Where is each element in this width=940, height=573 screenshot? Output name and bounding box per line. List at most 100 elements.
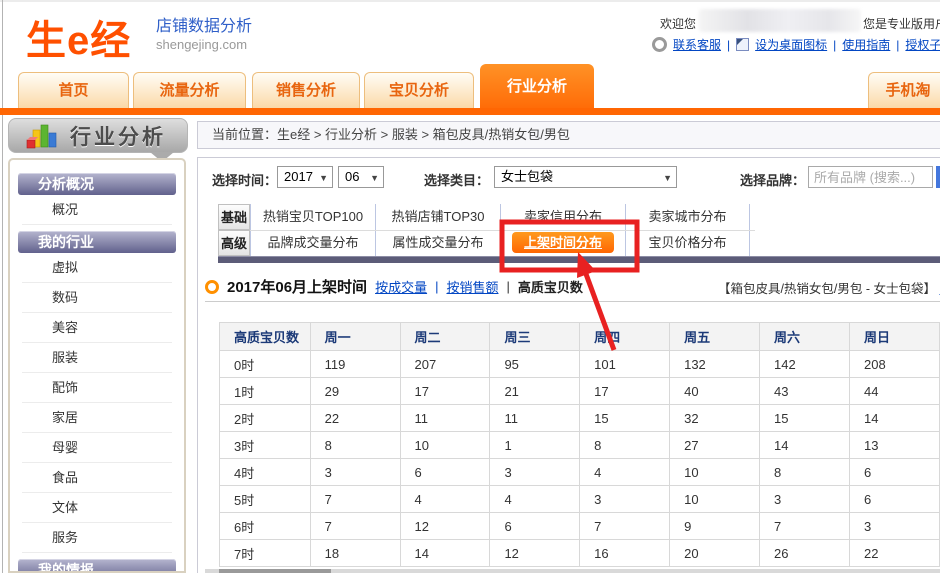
brand-search-input[interactable]	[808, 166, 933, 188]
sidebar-title: 行业分析	[70, 121, 166, 151]
table-cell: 8	[310, 432, 400, 459]
table-row: 5时74431036	[220, 486, 940, 513]
current-view-label: 高质宝贝数	[518, 277, 583, 296]
sidebar-item[interactable]: 概况	[22, 195, 172, 225]
table-cell: 15	[760, 405, 850, 432]
nav-tab[interactable]: 流量分析	[133, 72, 246, 108]
sidebar-item[interactable]: 家居	[22, 403, 172, 433]
logo[interactable]: 生e经	[26, 8, 131, 66]
bullet-icon	[205, 280, 219, 294]
table-cell: 14	[850, 405, 940, 432]
link-separator: |	[896, 38, 899, 52]
nav-tab[interactable]: 宝贝分析	[364, 72, 474, 108]
customer-service-icon	[652, 37, 667, 52]
report-tab[interactable]: 卖家城市分布	[625, 204, 750, 230]
sidebar: 分析概况概况我的行业虚拟数码美容服装配饰家居母婴食品文体服务我的情报	[8, 158, 186, 573]
table-cell: 10	[670, 486, 760, 513]
table-cell: 20	[670, 540, 760, 567]
sidebar-item[interactable]: 服务	[22, 523, 172, 553]
report-tab[interactable]: 宝贝价格分布	[625, 230, 750, 256]
contact-service-link[interactable]: 联系客服	[673, 36, 721, 53]
table-cell: 14	[400, 540, 490, 567]
table-cell: 18	[310, 540, 400, 567]
report-tab[interactable]: 热销店铺TOP30	[375, 204, 500, 230]
table-row: 4时36341086	[220, 459, 940, 486]
sub-account-link[interactable]: 授权子账号	[905, 36, 940, 53]
table-cell: 3	[580, 486, 670, 513]
table-cell: 27	[670, 432, 760, 459]
sidebar-item[interactable]: 食品	[22, 463, 172, 493]
table-cell: 10	[670, 459, 760, 486]
logo-domain: shengejing.com	[156, 37, 252, 53]
sort-by-volume-link[interactable]: 按成交量	[375, 277, 427, 296]
table-cell: 208	[850, 351, 940, 378]
row-label: 4时	[220, 459, 311, 486]
user-links: 联系客服 | 设为桌面图标 | 使用指南 | 授权子账号	[652, 36, 940, 53]
report-tab[interactable]: 卖家信用分布	[500, 204, 625, 230]
user-guide-link[interactable]: 使用指南	[842, 36, 890, 53]
sidebar-item[interactable]: 文体	[22, 493, 172, 523]
row-label: 1时	[220, 378, 311, 405]
category-select[interactable]: 女士包袋 ▼	[494, 166, 677, 188]
sidebar-item[interactable]: 虚拟	[22, 253, 172, 283]
sidebar-item[interactable]: 母婴	[22, 433, 172, 463]
table-cell: 29	[310, 378, 400, 405]
table-header-row: 高质宝贝数周一周二周三周四周五周六周日	[220, 323, 940, 351]
report-tab-active-label[interactable]: 上架时间分布	[512, 232, 614, 253]
table-cell: 14	[760, 432, 850, 459]
category-select-value: 女士包袋	[501, 169, 553, 184]
page-left-edge	[2, 0, 3, 573]
logo-side: 店铺数据分析 shengejing.com	[156, 17, 252, 53]
table-cell: 40	[670, 378, 760, 405]
table-cell: 12	[490, 540, 580, 567]
report-tab[interactable]: 上架时间分布	[500, 230, 625, 256]
section-header: 2017年06月上架时间 按成交量 | 按销售额 | 高质宝贝数	[205, 276, 583, 297]
sidebar-item[interactable]: 服装	[22, 343, 172, 373]
sidebar-item[interactable]: 配饰	[22, 373, 172, 403]
table-cell: 3	[850, 513, 940, 540]
year-select[interactable]: 2017 ▼	[277, 166, 333, 188]
link-separator: |	[506, 279, 509, 294]
nav-tab[interactable]: 手机淘	[868, 72, 940, 108]
report-tab[interactable]: 品牌成交量分布	[250, 230, 375, 256]
month-select[interactable]: 06 ▼	[338, 166, 384, 188]
table-cell: 6	[850, 459, 940, 486]
category-note: 【箱包皮具/热销女包/男包 - 女士包袋】 下	[718, 278, 940, 297]
table-cell: 11	[400, 405, 490, 432]
table-cell: 15	[580, 405, 670, 432]
link-separator: |	[435, 279, 438, 294]
set-desktop-icon-link[interactable]: 设为桌面图标	[755, 36, 827, 53]
nav-tab[interactable]: 首页	[18, 72, 129, 108]
link-separator: |	[727, 38, 730, 52]
report-tab[interactable]: 热销宝贝TOP100	[250, 204, 375, 230]
sidebar-section-header: 我的行业	[18, 231, 176, 253]
table-cell: 4	[400, 486, 490, 513]
table-cell: 3	[310, 459, 400, 486]
brand-search-button[interactable]	[936, 166, 940, 188]
row-label: 0时	[220, 351, 311, 378]
sidebar-item[interactable]: 数码	[22, 283, 172, 313]
hour-weekday-table: 高质宝贝数周一周二周三周四周五周六周日0时1192079510113214220…	[219, 322, 940, 567]
username-redacted	[699, 9, 861, 32]
column-header: 高质宝贝数	[220, 323, 311, 351]
sort-by-sales-link[interactable]: 按销售额	[446, 277, 498, 296]
sidebar-item[interactable]: 美容	[22, 313, 172, 343]
column-header: 周日	[850, 323, 940, 351]
link-separator: |	[833, 38, 836, 52]
nav-tab[interactable]: 销售分析	[252, 72, 360, 108]
table-cell: 43	[760, 378, 850, 405]
table-cell: 10	[400, 432, 490, 459]
page-top-edge	[0, 0, 940, 2]
row-label: 6时	[220, 513, 311, 540]
row-label: 7时	[220, 540, 311, 567]
report-tab[interactable]: 属性成交量分布	[375, 230, 500, 256]
row-label: 5时	[220, 486, 311, 513]
table-cell: 7	[580, 513, 670, 540]
table-cell: 16	[580, 540, 670, 567]
table-cell: 6	[400, 459, 490, 486]
table-cell: 4	[580, 459, 670, 486]
table-row: 6时71267973	[220, 513, 940, 540]
table-cell: 17	[400, 378, 490, 405]
table-cell: 6	[850, 486, 940, 513]
horizontal-scrollbar-thumb[interactable]	[219, 569, 331, 573]
